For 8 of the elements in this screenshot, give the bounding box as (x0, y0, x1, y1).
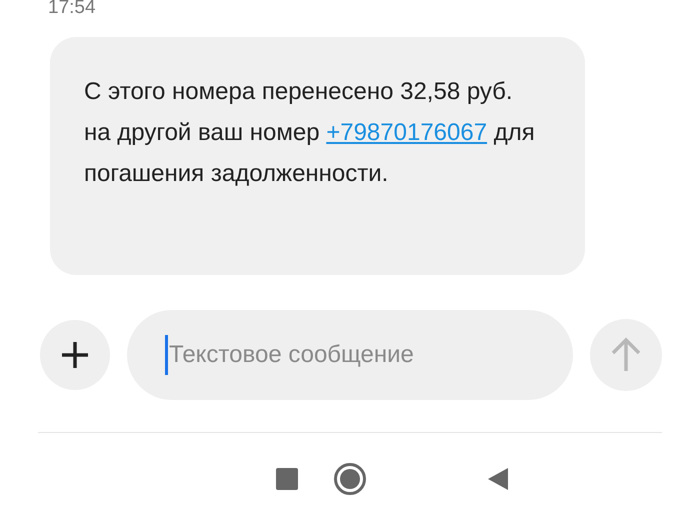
plus-icon (60, 340, 90, 370)
message-time: 17:54 (48, 0, 96, 19)
arrow-up-icon (610, 337, 642, 373)
phone-link[interactable]: +79870176067 (326, 119, 488, 146)
message-input[interactable]: Текстовое сообщение (127, 310, 573, 400)
home-button[interactable] (334, 463, 366, 495)
back-icon[interactable] (487, 467, 509, 491)
message-text: С этого номера перенесено 32,58 руб. на другой ваш номер +79870176067 для погашения задолженности. (84, 77, 536, 189)
